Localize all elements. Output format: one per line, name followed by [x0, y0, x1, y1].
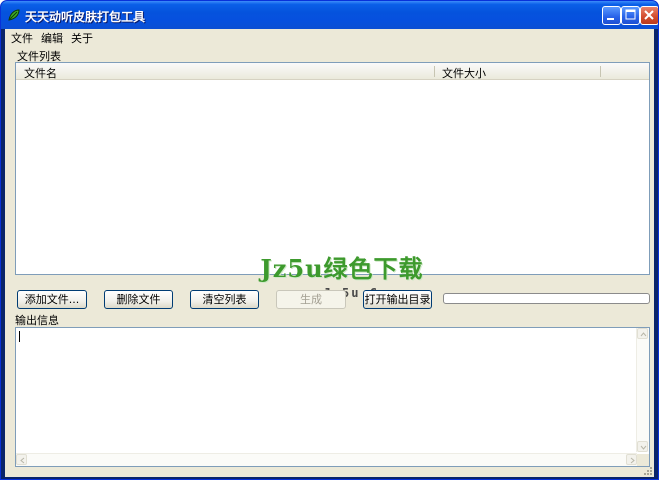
close-icon	[644, 10, 654, 20]
watermark-title: Jz5u绿色下载	[260, 254, 424, 283]
menu-edit[interactable]: 编辑	[41, 30, 63, 46]
scroll-down-button[interactable]	[637, 441, 648, 452]
scroll-left-button[interactable]	[16, 454, 27, 465]
output-label: 输出信息	[15, 314, 59, 327]
text-caret	[19, 331, 20, 342]
menu-about[interactable]: 关于	[71, 30, 93, 46]
menu-bar: 文件 编辑 关于	[5, 29, 654, 46]
maximize-icon	[625, 9, 636, 20]
scroll-up-button[interactable]	[637, 328, 648, 339]
column-divider[interactable]	[600, 66, 601, 77]
output-textbox[interactable]	[15, 327, 650, 467]
leaf-app-icon[interactable]	[7, 8, 21, 22]
arrow-right-icon	[630, 457, 635, 464]
delete-files-button[interactable]: 删除文件	[104, 290, 173, 309]
scroll-right-button[interactable]	[626, 454, 637, 465]
vertical-scrollbar[interactable]	[636, 328, 649, 452]
resize-grip-icon[interactable]	[642, 465, 653, 476]
client-area: 文件 编辑 关于 文件列表 文件名 文件大小 Jz5u绿色下载 www.Jz5u…	[5, 29, 654, 477]
file-list-view[interactable]: 文件名 文件大小 Jz5u绿色下载 www.Jz5u.Com	[15, 62, 650, 300]
arrow-up-icon	[640, 332, 647, 337]
close-button[interactable]	[640, 6, 658, 25]
column-file-name[interactable]: 文件名	[24, 65, 57, 81]
add-files-button[interactable]: 添加文件...	[17, 290, 87, 309]
window-title: 天天动听皮肤打包工具	[25, 10, 146, 24]
horizontal-scrollbar[interactable]	[16, 453, 637, 466]
open-output-dir-button[interactable]: 打开输出目录	[363, 290, 432, 309]
clear-list-button[interactable]: 清空列表	[190, 290, 259, 309]
menu-file[interactable]: 文件	[11, 30, 33, 46]
arrow-left-icon	[20, 457, 25, 464]
file-list-header: 文件名 文件大小	[16, 63, 649, 80]
app-window: 天天动听皮肤打包工具 文件 编辑 关于 文件列表 文件名 文件大小 Jz5u绿色	[0, 0, 659, 480]
arrow-down-icon	[640, 445, 647, 450]
maximize-button[interactable]	[621, 6, 640, 25]
minimize-button[interactable]	[602, 6, 621, 25]
generate-button[interactable]: 生成	[276, 290, 346, 309]
progress-bar	[443, 293, 650, 304]
title-bar[interactable]: 天天动听皮肤打包工具	[1, 1, 658, 29]
minimize-icon	[607, 18, 614, 20]
column-file-size[interactable]: 文件大小	[442, 65, 486, 81]
column-divider[interactable]	[434, 66, 435, 77]
